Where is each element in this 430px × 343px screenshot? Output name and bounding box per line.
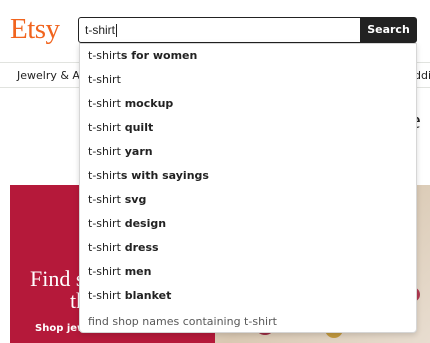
nav-item-jewelry[interactable]: Jewelry & Ac <box>17 69 86 82</box>
suggestion-item[interactable]: t-shirts for women <box>80 44 416 68</box>
search-button[interactable]: Search <box>360 17 417 43</box>
etsy-logo[interactable]: Etsy <box>10 13 60 46</box>
search-suggestions-dropdown: t-shirts for women t-shirt t-shirt mocku… <box>79 43 417 333</box>
suggestion-item[interactable]: t-shirt mockup <box>80 92 416 116</box>
suggestion-item[interactable]: t-shirts with sayings <box>80 164 416 188</box>
shop-name-search-item[interactable]: find shop names containing t-shirt <box>80 310 416 334</box>
suggestion-item[interactable]: t-shirt yarn <box>80 140 416 164</box>
suggestion-item[interactable]: t-shirt blanket <box>80 284 416 308</box>
suggestion-item[interactable]: t-shirt quilt <box>80 116 416 140</box>
search-input[interactable]: t-shirt <box>78 17 361 43</box>
suggestion-item[interactable]: t-shirt svg <box>80 188 416 212</box>
suggestion-item[interactable]: t-shirt <box>80 68 416 92</box>
search-bar: t-shirt Search <box>78 17 417 43</box>
search-input-value: t-shirt <box>85 23 115 37</box>
hero-title-line1: Find s <box>30 266 85 291</box>
suggestion-item[interactable]: t-shirt design <box>80 212 416 236</box>
suggestion-item[interactable]: t-shirt men <box>80 260 416 284</box>
suggestion-item[interactable]: t-shirt dress <box>80 236 416 260</box>
text-caret <box>116 24 117 38</box>
